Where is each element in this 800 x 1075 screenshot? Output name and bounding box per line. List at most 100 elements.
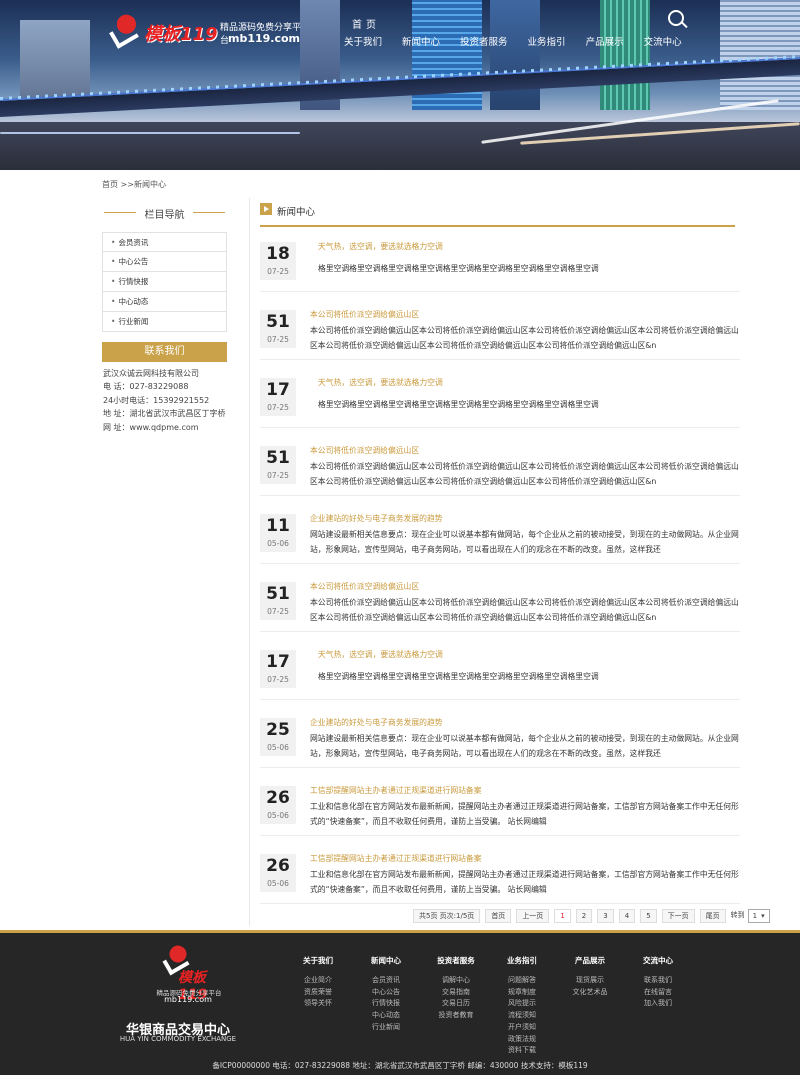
news-day: 25 bbox=[266, 720, 290, 740]
news-title[interactable]: 企业建站的好处与电子商务发展的趋势 bbox=[310, 513, 443, 524]
news-item[interactable]: 18 07-25 天气热，选空调，要选就选格力空调 格里空调格里空调格里空调格里空调格… bbox=[260, 232, 740, 292]
sidebar-item-center-news[interactable]: 中心动态 bbox=[102, 292, 227, 312]
footer-link[interactable]: 在线留言 bbox=[628, 987, 688, 999]
news-item[interactable]: 51 07-25 本公司将低价派空调给偏远山区 本公司将低价派空调给偏远山区本公司将低… bbox=[260, 572, 740, 632]
footer-column-title[interactable]: 业务指引 bbox=[492, 955, 552, 966]
footer-logo-url: mb119.com bbox=[164, 995, 212, 1004]
footer-link[interactable]: 中心公告 bbox=[356, 987, 416, 999]
news-month-day: 05-06 bbox=[267, 539, 289, 548]
news-day: 17 bbox=[266, 652, 290, 672]
nav-about[interactable]: 关于我们 bbox=[344, 34, 382, 48]
footer-link[interactable]: 行业新闻 bbox=[356, 1022, 416, 1034]
pager-last[interactable]: 尾页 bbox=[699, 909, 726, 923]
news-date: 17 07-25 bbox=[260, 650, 296, 688]
news-item[interactable]: 17 07-25 天气热，选空调，要选就选格力空调 格里空调格里空调格里空调格里空调格… bbox=[260, 368, 740, 428]
news-title[interactable]: 天气热，选空调，要选就选格力空调 bbox=[318, 377, 443, 388]
news-item[interactable]: 17 07-25 天气热，选空调，要选就选格力空调格里空调格里空调格里空调格里空调格… bbox=[260, 640, 740, 700]
search-icon[interactable] bbox=[668, 10, 684, 26]
nav-home[interactable]: 首页 bbox=[352, 16, 380, 31]
footer-link[interactable]: 领导关怀 bbox=[288, 998, 348, 1010]
footer-link[interactable]: 交易日历 bbox=[426, 998, 486, 1010]
footer-link[interactable]: 流程须知 bbox=[492, 1010, 552, 1022]
pager-first[interactable]: 首页 bbox=[485, 909, 512, 923]
pager-prev[interactable]: 上一页 bbox=[516, 909, 550, 923]
footer-column-title[interactable]: 交流中心 bbox=[628, 955, 688, 966]
news-title[interactable]: 本公司将低价派空调给偏远山区 bbox=[310, 445, 419, 456]
news-day: 51 bbox=[266, 584, 290, 604]
runner-logo-icon bbox=[106, 14, 140, 48]
footer-link[interactable]: 企业简介 bbox=[288, 975, 348, 987]
footer-link[interactable]: 中心动态 bbox=[356, 1010, 416, 1022]
news-title[interactable]: 工信部提醒网站主办者通过正规渠道进行网站备案 bbox=[310, 853, 482, 864]
footer-link[interactable]: 资料下载 bbox=[492, 1045, 552, 1057]
news-summary: 本公司将低价派空调给偏远山区本公司将低价派空调给偏远山区本公司将低价派空调给偏远… bbox=[310, 462, 739, 486]
news-month-day: 05-06 bbox=[267, 743, 289, 752]
pager-next[interactable]: 下一页 bbox=[661, 909, 695, 923]
footer-link[interactable]: 调解中心 bbox=[426, 975, 486, 987]
news-summary: 格里空调格里空调格里空调格里空调格里空调格里空调格里空调格里空调格里空调 bbox=[318, 400, 599, 409]
news-item[interactable]: 25 05-06 企业建站的好处与电子商务发展的趋势 网站建设最新相关信息要点：现在企… bbox=[260, 708, 740, 768]
footer-link[interactable]: 文化艺术品 bbox=[560, 987, 620, 999]
footer-logo[interactable]: 模板119 精品源码免费分享平台 mb119.com bbox=[148, 945, 226, 1007]
footer-column-title[interactable]: 产品展示 bbox=[560, 955, 620, 966]
footer-link[interactable]: 规章制度 bbox=[492, 987, 552, 999]
footer-link[interactable]: 问题解答 bbox=[492, 975, 552, 987]
news-title[interactable]: 本公司将低价派空调给偏远山区 bbox=[310, 309, 419, 320]
contact-info: 武汉众诚云网科技有限公司 电 话：027-83229088 24小时电话：153… bbox=[103, 367, 228, 434]
news-summary: 网站建设最新相关信息要点：现在企业可以说基本都有做网站，每个企业从之前的被动接受… bbox=[310, 530, 739, 554]
news-title[interactable]: 企业建站的好处与电子商务发展的趋势 bbox=[310, 717, 443, 728]
pager-page-3[interactable]: 3 bbox=[597, 909, 614, 923]
chevron-down-icon: ▾ bbox=[761, 912, 765, 920]
nav-business[interactable]: 业务指引 bbox=[528, 34, 566, 48]
footer-link[interactable]: 政策法规 bbox=[492, 1034, 552, 1046]
news-title[interactable]: 本公司将低价派空调给偏远山区 bbox=[310, 581, 419, 592]
pager-select[interactable]: 1 ▾ bbox=[747, 909, 770, 923]
news-summary: 工业和信息化部在官方网站发布最新新闻，提醒网站主办者通过正规渠道进行网站备案，工… bbox=[310, 802, 739, 826]
pager-page-1[interactable]: 1 bbox=[554, 909, 571, 923]
sidebar-item-industry[interactable]: 行业新闻 bbox=[102, 312, 227, 332]
nav-investor[interactable]: 投资者服务 bbox=[460, 34, 508, 48]
footer-link[interactable]: 资质荣誉 bbox=[288, 987, 348, 999]
sidebar-item-announcements[interactable]: 中心公告 bbox=[102, 252, 227, 272]
footer-link[interactable]: 会员资讯 bbox=[356, 975, 416, 987]
contact-web[interactable]: 网 址：www.qdpme.com bbox=[103, 421, 228, 434]
nav-community[interactable]: 交流中心 bbox=[644, 34, 682, 48]
pager-page-5[interactable]: 5 bbox=[640, 909, 657, 923]
news-item[interactable]: 26 05-06 工信部提醒网站主办者通过正规渠道进行网站备案 工业和信息化部在官方网… bbox=[260, 844, 740, 904]
news-summary: 格里空调格里空调格里空调格里空调格里空调格里空调格里空调格里空调格里空调 bbox=[318, 264, 599, 273]
footer-link[interactable]: 联系我们 bbox=[628, 975, 688, 987]
breadcrumb[interactable]: 首页 >>新闻中心 bbox=[102, 179, 166, 190]
footer-column-title[interactable]: 关于我们 bbox=[288, 955, 348, 966]
nav-news[interactable]: 新闻中心 bbox=[402, 34, 440, 48]
news-item[interactable]: 51 07-25 本公司将低价派空调给偏远山区 本公司将低价派空调给偏远山区本公司将低… bbox=[260, 300, 740, 360]
news-summary: 本公司将低价派空调给偏远山区本公司将低价派空调给偏远山区本公司将低价派空调给偏远… bbox=[310, 326, 739, 350]
news-date: 25 05-06 bbox=[260, 718, 296, 756]
footer-link[interactable]: 加入我们 bbox=[628, 998, 688, 1010]
news-month-day: 07-25 bbox=[267, 675, 289, 684]
footer-link[interactable]: 开户须知 bbox=[492, 1022, 552, 1034]
footer-link[interactable]: 风险提示 bbox=[492, 998, 552, 1010]
footer-link[interactable]: 交易指南 bbox=[426, 987, 486, 999]
nav-products[interactable]: 产品展示 bbox=[586, 34, 624, 48]
sidebar-item-member-news[interactable]: 会员资讯 bbox=[102, 232, 227, 252]
contact-company: 武汉众诚云网科技有限公司 bbox=[103, 369, 199, 378]
news-title[interactable]: 工信部提醒网站主办者通过正规渠道进行网站备案 bbox=[310, 785, 482, 796]
sidebar-item-market[interactable]: 行情快报 bbox=[102, 272, 227, 292]
pager-page-4[interactable]: 4 bbox=[618, 909, 636, 923]
news-item[interactable]: 11 05-06 企业建站的好处与电子商务发展的趋势 网站建设最新相关信息要点：现在企… bbox=[260, 504, 740, 564]
footer-link[interactable]: 行情快报 bbox=[356, 998, 416, 1010]
footer-link[interactable]: 投资者教育 bbox=[426, 1010, 486, 1022]
news-item[interactable]: 26 05-06 工信部提醒网站主办者通过正规渠道进行网站备案 工业和信息化部在官方网… bbox=[260, 776, 740, 836]
footer-link[interactable]: 现货展示 bbox=[560, 975, 620, 987]
news-day: 51 bbox=[266, 312, 290, 332]
news-summary: 格里空调格里空调格里空调格里空调格里空调格里空调格里空调格里空调格里空调 bbox=[318, 672, 599, 681]
footer-column-title[interactable]: 投资者服务 bbox=[426, 955, 486, 966]
news-summary: 本公司将低价派空调给偏远山区本公司将低价派空调给偏远山区本公司将低价派空调给偏远… bbox=[310, 598, 739, 622]
footer-column-title[interactable]: 新闻中心 bbox=[356, 955, 416, 966]
news-title[interactable]: 天气热，选空调，要选就选格力空调 bbox=[318, 649, 443, 660]
sidebar-menu: 会员资讯 中心公告 行情快报 中心动态 行业新闻 bbox=[102, 232, 227, 332]
news-item[interactable]: 51 07-25 本公司将低价派空调给偏远山区 本公司将低价派空调给偏远山区本公司将低… bbox=[260, 436, 740, 496]
news-title[interactable]: 天气热，选空调，要选就选格力空调 bbox=[318, 241, 443, 252]
site-logo[interactable]: 模板119 精品源码免费分享平台 mb119.com bbox=[106, 14, 306, 54]
pager-page-2[interactable]: 2 bbox=[575, 909, 593, 923]
